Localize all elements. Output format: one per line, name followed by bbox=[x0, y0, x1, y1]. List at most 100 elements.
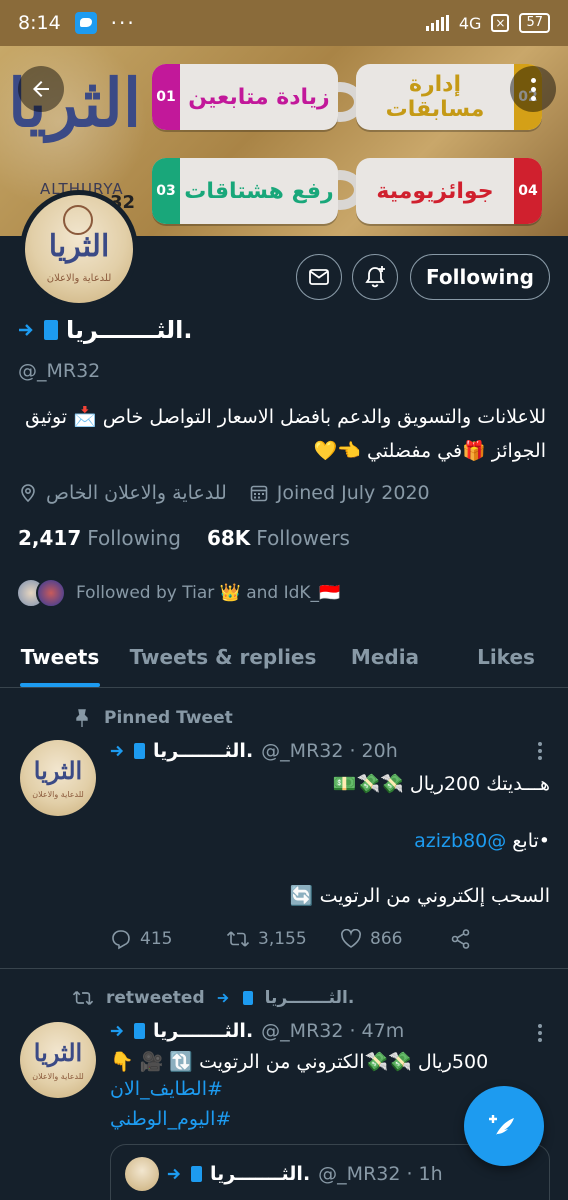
arrow-right-icon bbox=[167, 1168, 181, 1180]
share-button[interactable] bbox=[450, 928, 472, 950]
quoted-tweet-avatar bbox=[125, 1157, 159, 1191]
message-button[interactable] bbox=[296, 254, 342, 300]
tweet-author-handle: @_MR32 · 47m bbox=[261, 1020, 405, 1042]
tweet-text: هـــديتك 200ريال 💸💸💵 bbox=[332, 773, 550, 795]
tweet-avatar-sub: للدعاية والاعلان bbox=[32, 1072, 84, 1081]
profile-name: الثـــــــريا. bbox=[66, 316, 193, 344]
retweet-context: retweeted الثـــــــريا. bbox=[72, 988, 354, 1008]
tweet-hashtag[interactable]: #اليوم_الوطني bbox=[110, 1108, 231, 1130]
like-count: 866 bbox=[370, 929, 403, 949]
profile-avatar[interactable]: الثريا للدعاية والاعلان bbox=[20, 190, 138, 308]
pill-text: جوائزيومية bbox=[376, 178, 494, 204]
bio-line: للاعلانات والتسويق والدعم بافضل الاسعار … bbox=[25, 406, 546, 428]
following-count-link[interactable]: 2,417 Following bbox=[18, 526, 181, 550]
tweet-author-name: الثـــــــريا. bbox=[153, 740, 254, 762]
banner-pill-04: جوائزيومية 04 bbox=[356, 158, 542, 224]
blue-square-icon bbox=[134, 1023, 145, 1039]
bio-line: الجوائز 🎁في مفضلتي 👈💛 bbox=[313, 440, 546, 462]
tweet-more-button[interactable] bbox=[538, 1024, 542, 1042]
tab-likes[interactable]: Likes bbox=[444, 626, 568, 687]
followers-count-label: Followers bbox=[256, 526, 350, 550]
avatar-logo-text: الثريا bbox=[48, 229, 110, 264]
tweet-pinned[interactable]: Pinned Tweet الثريا للدعاية والاعلان الث… bbox=[0, 688, 568, 968]
bell-plus-icon bbox=[365, 266, 385, 288]
tweet-avatar-sub: للدعاية والاعلان bbox=[32, 790, 84, 799]
pill-text: إدارة مسابقات bbox=[385, 72, 485, 122]
network-type: 4G bbox=[458, 13, 482, 33]
no-sim-icon: × bbox=[491, 14, 510, 32]
tweet-avatar-text: الثريا bbox=[33, 756, 83, 785]
notifications-button[interactable] bbox=[352, 254, 398, 300]
follower-avatar bbox=[36, 578, 66, 608]
back-button[interactable] bbox=[18, 66, 64, 112]
tweet-text: •تابع @azizb80 bbox=[110, 830, 550, 852]
profile-meta: للدعاية والاعلان الخاص Joined July 2020 bbox=[18, 482, 430, 504]
signal-icon bbox=[425, 15, 449, 31]
arrow-right-icon bbox=[19, 324, 33, 336]
reply-button[interactable]: 415 bbox=[110, 928, 226, 950]
blue-square-icon bbox=[242, 991, 253, 1005]
pin-icon bbox=[76, 709, 88, 727]
more-notifications-icon: ··· bbox=[110, 11, 136, 35]
avatar-logo-sub: للدعاية والاعلان bbox=[46, 273, 112, 284]
followed-by[interactable]: Followed by Tiar 👑 and IdK_🇮🇩 bbox=[16, 578, 340, 608]
share-icon bbox=[451, 929, 470, 949]
battery-level: 57 bbox=[519, 13, 550, 33]
tweet-avatar[interactable]: الثريا للدعاية والاعلان bbox=[20, 1022, 96, 1098]
tweet-author-handle: @_MR32 · 20h bbox=[261, 740, 398, 762]
following-button[interactable]: Following bbox=[410, 254, 550, 300]
tweet-hashtag[interactable]: #الطايف_الان bbox=[110, 1078, 223, 1100]
tweet-actions: 415 3,155 866 bbox=[110, 928, 548, 950]
pill-number: 04 bbox=[514, 158, 542, 224]
tweet-header: الثـــــــريا. @_MR32 · 20h bbox=[110, 740, 398, 762]
followers-count-link[interactable]: 68K Followers bbox=[207, 526, 350, 550]
retweeted-by-name: الثـــــــريا. bbox=[264, 988, 355, 1008]
retweet-count: 3,155 bbox=[258, 929, 307, 949]
tweet-author-name: الثـــــــريا. bbox=[153, 1020, 254, 1042]
followers-count: 68K bbox=[206, 526, 251, 550]
following-count-label: Following bbox=[87, 526, 181, 550]
blue-square-icon bbox=[191, 1166, 202, 1182]
blue-square-icon bbox=[44, 320, 58, 340]
tweet-header: الثـــــــريا. @_MR32 · 47m bbox=[110, 1020, 404, 1042]
compose-tweet-button[interactable] bbox=[464, 1086, 544, 1166]
profile-name-row: الثـــــــريا. bbox=[18, 316, 193, 344]
heart-icon bbox=[341, 929, 361, 948]
retweet-button[interactable]: 3,155 bbox=[226, 928, 340, 950]
arrow-right-icon bbox=[217, 993, 229, 1003]
tweet-text: السحب إلكتروني من الرتويت 🔄 bbox=[289, 885, 550, 907]
calendar-icon bbox=[250, 485, 268, 502]
profile-handle: @_MR32 bbox=[18, 360, 101, 382]
like-button[interactable]: 866 bbox=[340, 929, 450, 949]
profile-joined: Joined July 2020 bbox=[276, 482, 430, 504]
tweet-avatar[interactable]: الثريا للدعاية والاعلان bbox=[20, 740, 96, 816]
pinned-context: Pinned Tweet bbox=[72, 708, 233, 728]
arrow-right-icon bbox=[110, 1025, 124, 1037]
quoted-tweet-header: الثـــــــريا. @_MR32 · 1h bbox=[167, 1163, 443, 1185]
pill-number: 03 bbox=[152, 158, 180, 224]
location-icon bbox=[21, 484, 35, 503]
tweet-text: 500ريال 💸💸الكتروني من الرتويت 🔃 🎥 👇 bbox=[110, 1051, 489, 1073]
tab-tweets-replies[interactable]: Tweets & replies bbox=[120, 626, 326, 687]
tweet-text-prefix: •تابع bbox=[506, 830, 550, 852]
twitter-notification-icon bbox=[74, 12, 97, 34]
banner-pill-03: 03 رفع هشتاقات bbox=[152, 158, 338, 224]
status-time: 8:14 bbox=[18, 12, 61, 34]
reply-icon bbox=[112, 930, 130, 950]
quoted-author-name: الثـــــــريا. bbox=[210, 1163, 311, 1185]
tab-tweets[interactable]: Tweets bbox=[0, 626, 120, 687]
arrow-right-icon bbox=[110, 745, 124, 757]
tweet-avatar-text: الثريا bbox=[33, 1038, 83, 1067]
retweeted-label: retweeted bbox=[106, 988, 205, 1008]
tab-media[interactable]: Media bbox=[326, 626, 444, 687]
tweet-mention[interactable]: @azizb80 bbox=[414, 830, 506, 852]
pill-text: زيادة متابعين bbox=[188, 84, 330, 110]
profile-bio: للاعلانات والتسويق والدعم بافضل الاسعار … bbox=[18, 400, 546, 468]
tweet-more-button[interactable] bbox=[538, 742, 542, 760]
following-count: 2,417 bbox=[18, 526, 82, 550]
pill-text: رفع هشتاقات bbox=[184, 178, 334, 204]
more-options-button[interactable] bbox=[510, 66, 556, 112]
followed-by-text: Followed by Tiar 👑 and IdK_🇮🇩 bbox=[76, 583, 341, 603]
banner-pill-01: 01 زيادة متابعين bbox=[152, 64, 338, 130]
retweet-icon bbox=[226, 931, 250, 947]
